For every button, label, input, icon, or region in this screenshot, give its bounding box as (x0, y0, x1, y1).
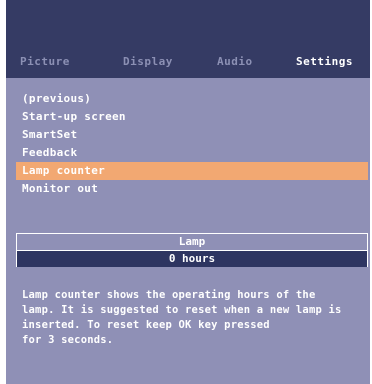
settings-menu-list: (previous) Start-up screen SmartSet Feed… (16, 90, 368, 198)
menu-item-previous[interactable]: (previous) (16, 90, 368, 108)
help-line: lamp. It is suggested to reset when a ne… (22, 304, 342, 316)
help-line: Lamp counter shows the operating hours o… (22, 289, 316, 301)
tab-settings[interactable]: Settings (296, 52, 353, 72)
tab-display[interactable]: Display (123, 52, 173, 72)
menu-item-feedback[interactable]: Feedback (16, 144, 368, 162)
lamp-hours-value: 0 hours (17, 251, 367, 267)
help-line: for 3 seconds. (22, 334, 114, 346)
tab-audio[interactable]: Audio (217, 52, 253, 72)
lamp-counter-panel: Lamp 0 hours (16, 233, 368, 267)
lamp-title: Lamp (17, 234, 367, 251)
tab-picture[interactable]: Picture (20, 52, 70, 72)
menu-item-smartset[interactable]: SmartSet (16, 126, 368, 144)
header-bar: Picture Display Audio Settings (6, 0, 370, 78)
menu-item-start-up-screen[interactable]: Start-up screen (16, 108, 368, 126)
menu-item-lamp-counter[interactable]: Lamp counter (16, 162, 368, 180)
osd-menu-window: Picture Display Audio Settings (previous… (6, 0, 370, 384)
menu-item-monitor-out[interactable]: Monitor out (16, 180, 368, 198)
help-line: inserted. To reset keep OK key pressed (22, 319, 270, 331)
help-text: Lamp counter shows the operating hours o… (22, 288, 368, 348)
tab-bar: Picture Display Audio Settings (6, 52, 370, 72)
